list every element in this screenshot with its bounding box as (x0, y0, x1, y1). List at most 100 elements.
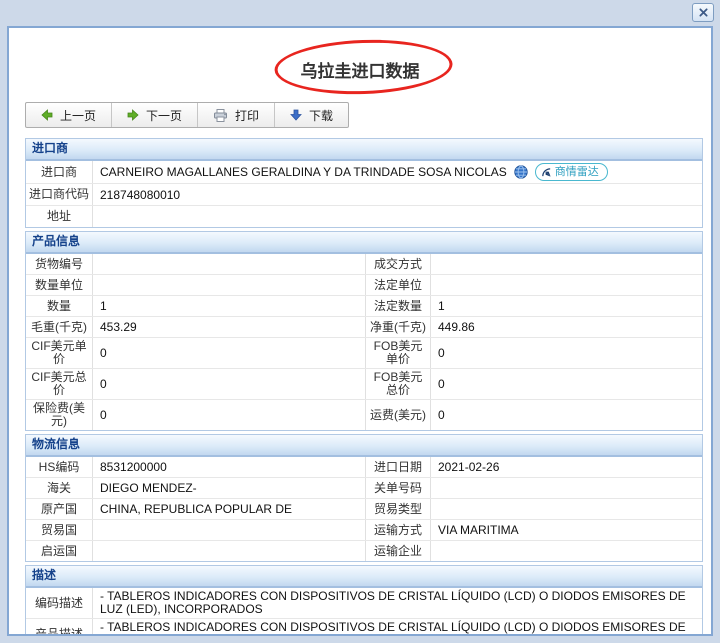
field-value: DIEGO MENDEZ- (93, 478, 365, 498)
import-data-window: 乌拉圭进口数据 上一页 下一页 (0, 0, 720, 643)
next-page-button[interactable]: 下一页 (112, 103, 198, 127)
field-value: 1 (431, 296, 702, 316)
section-logistics-header: 物流信息 (26, 435, 702, 457)
table-row: 进口商代码 218748080010 (26, 183, 702, 205)
printer-icon (213, 109, 228, 122)
field-value (431, 541, 702, 561)
hs-description-value: - TABLEROS INDICADORES CON DISPOSITIVOS … (93, 588, 702, 618)
field-label: 运输企业 (365, 541, 431, 561)
field-label: 保险费(美元) (26, 400, 93, 430)
importer-name-value: CARNEIRO MAGALLANES GERALDINA Y DA TRIND… (93, 161, 702, 183)
page-title: 乌拉圭进口数据 (9, 57, 711, 82)
download-button[interactable]: 下载 (275, 103, 348, 127)
prev-page-button[interactable]: 上一页 (26, 103, 112, 127)
close-button[interactable] (692, 3, 714, 22)
field-label: 海关 (26, 478, 93, 498)
field-value: 0 (431, 338, 702, 368)
field-value: 1 (93, 296, 365, 316)
arrow-down-icon (290, 109, 302, 121)
field-label: 法定数量 (365, 296, 431, 316)
importer-name-text: CARNEIRO MAGALLANES GERALDINA Y DA TRIND… (100, 165, 507, 179)
field-label: 关单号码 (365, 478, 431, 498)
section-description-header: 描述 (26, 566, 702, 588)
close-icon (699, 8, 708, 17)
field-label: 进口日期 (365, 457, 431, 477)
table-row: 进口商 CARNEIRO MAGALLANES GERALDINA Y DA T… (26, 161, 702, 183)
print-button[interactable]: 打印 (198, 103, 275, 127)
table-row: 贸易国 运输方式 VIA MARITIMA (26, 519, 702, 540)
field-label: HS编码 (26, 457, 93, 477)
field-value (93, 275, 365, 295)
field-label: 数量 (26, 296, 93, 316)
table-row: 海关 DIEGO MENDEZ- 关单号码 (26, 477, 702, 498)
field-value: 0 (93, 338, 365, 368)
field-value: 0 (93, 369, 365, 399)
field-label: 运费(美元) (365, 400, 431, 430)
field-label: 法定单位 (365, 275, 431, 295)
print-label: 打印 (235, 107, 259, 124)
field-label: 启运国 (26, 541, 93, 561)
table-row: CIF美元总价 0 FOB美元总价 0 (26, 368, 702, 399)
field-label: 净重(千克) (365, 317, 431, 337)
table-row: CIF美元单价 0 FOB美元单价 0 (26, 337, 702, 368)
import-date-value: 2021-02-26 (431, 457, 702, 477)
table-row: 毛重(千克) 453.29 净重(千克) 449.86 (26, 316, 702, 337)
business-radar-label: 商情雷达 (555, 165, 599, 180)
section-product-header: 产品信息 (26, 232, 702, 254)
section-logistics: 物流信息 HS编码 8531200000 进口日期 2021-02-26 海关 … (25, 434, 703, 562)
field-label: 贸易类型 (365, 499, 431, 519)
field-value (93, 541, 365, 561)
next-page-label: 下一页 (146, 107, 182, 124)
section-importer: 进口商 进口商 CARNEIRO MAGALLANES GERALDINA Y … (25, 138, 703, 228)
field-value (431, 478, 702, 498)
field-value: 453.29 (93, 317, 365, 337)
hs-code-value: 8531200000 (93, 457, 365, 477)
field-label: 毛重(千克) (26, 317, 93, 337)
address-value (93, 206, 702, 227)
business-radar-badge[interactable]: 商情雷达 (535, 163, 608, 181)
section-product-info: 产品信息 货物编号 成交方式 数量单位 法定单位 数量 1 法定数量 1 毛重(… (25, 231, 703, 431)
field-label: 原产国 (26, 499, 93, 519)
arrow-right-icon (127, 109, 139, 121)
prev-page-label: 上一页 (60, 107, 96, 124)
field-label: 进口商代码 (26, 184, 93, 205)
toolbar: 上一页 下一页 打印 (25, 102, 349, 128)
field-label: 成交方式 (365, 254, 431, 274)
table-row: 地址 (26, 205, 702, 227)
field-label: 编码描述 (26, 588, 93, 618)
title-area: 乌拉圭进口数据 (9, 40, 711, 96)
field-value: 0 (93, 400, 365, 430)
field-label: 数量单位 (26, 275, 93, 295)
table-row: 货物编号 成交方式 (26, 254, 702, 274)
field-label: FOB美元单价 (365, 338, 431, 368)
section-description: 描述 编码描述 - TABLEROS INDICADORES CON DISPO… (25, 565, 703, 636)
field-label: 运输方式 (365, 520, 431, 540)
origin-country-value: CHINA, REPUBLICA POPULAR DE (93, 499, 365, 519)
field-label: 进口商 (26, 161, 93, 183)
field-value (93, 254, 365, 274)
radar-icon (541, 167, 552, 178)
field-label: 地址 (26, 206, 93, 227)
table-row: HS编码 8531200000 进口日期 2021-02-26 (26, 457, 702, 477)
download-label: 下载 (309, 107, 333, 124)
product-description-value: - TABLEROS INDICADORES CON DISPOSITIVOS … (93, 619, 702, 636)
field-value (431, 254, 702, 274)
field-label: 货物编号 (26, 254, 93, 274)
arrow-left-icon (41, 109, 53, 121)
field-label: 贸易国 (26, 520, 93, 540)
content-panel: 乌拉圭进口数据 上一页 下一页 (7, 26, 713, 636)
field-label: CIF美元总价 (26, 369, 93, 399)
table-row: 保险费(美元) 0 运费(美元) 0 (26, 399, 702, 430)
table-row: 启运国 运输企业 (26, 540, 702, 561)
table-row: 产品描述 - TABLEROS INDICADORES CON DISPOSIT… (26, 618, 702, 636)
field-value (93, 520, 365, 540)
field-value (431, 275, 702, 295)
transport-mode-value: VIA MARITIMA (431, 520, 702, 540)
globe-icon[interactable] (514, 165, 528, 179)
table-row: 原产国 CHINA, REPUBLICA POPULAR DE 贸易类型 (26, 498, 702, 519)
field-value (431, 499, 702, 519)
table-row: 编码描述 - TABLEROS INDICADORES CON DISPOSIT… (26, 588, 702, 618)
field-label: FOB美元总价 (365, 369, 431, 399)
field-value: 449.86 (431, 317, 702, 337)
importer-code-value: 218748080010 (93, 184, 702, 205)
